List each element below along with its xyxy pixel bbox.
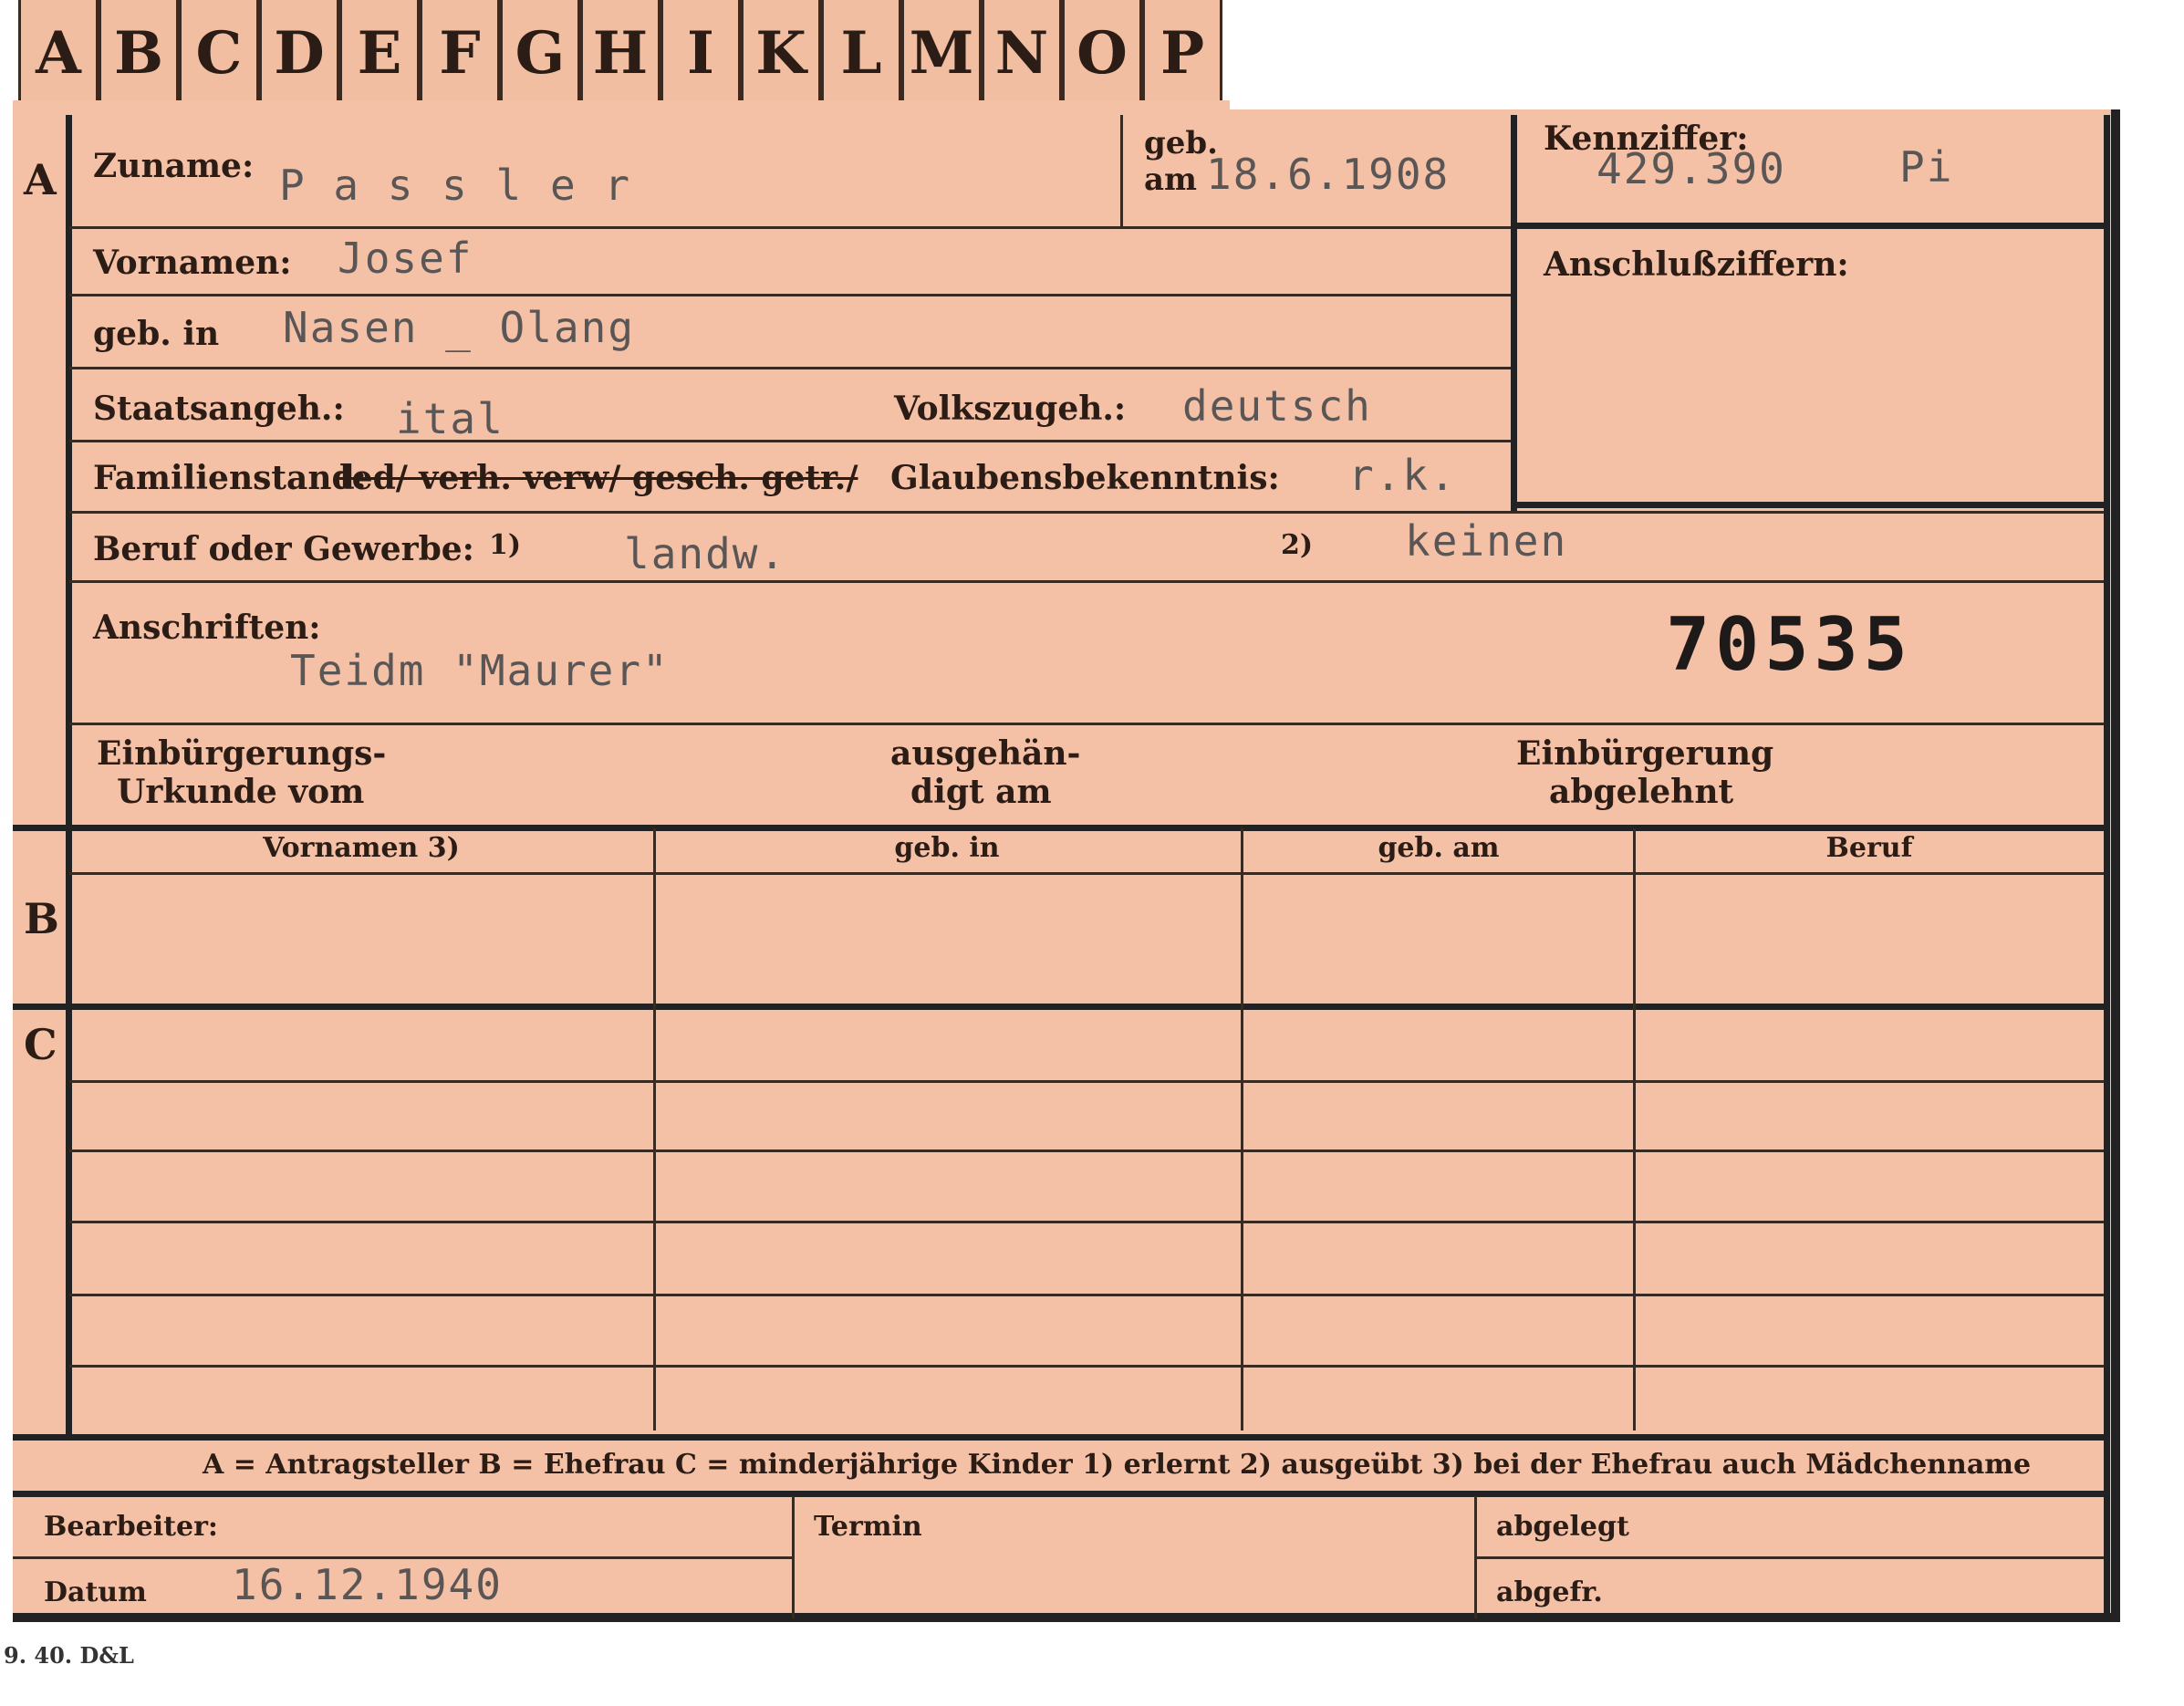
- einbuergerungs-urkunde-label-2: Urkunde vom: [117, 773, 365, 811]
- datum-value: 16.12.1940: [232, 1560, 503, 1609]
- tab-letter[interactable]: F: [420, 0, 500, 109]
- staatsangeh-label: Staatsangeh.:: [93, 390, 345, 428]
- tab-letter[interactable]: N: [982, 0, 1062, 109]
- rule: [69, 440, 1511, 442]
- col-rule: [653, 828, 656, 1430]
- tab-letter[interactable]: B: [99, 0, 179, 109]
- kennziffer-suffix: Pi: [1899, 142, 1954, 192]
- tab-letter[interactable]: L: [821, 0, 901, 109]
- footnote-2-marker: 2): [1281, 529, 1314, 561]
- datum-label: Datum: [44, 1576, 147, 1608]
- tab-letter[interactable]: A: [18, 0, 99, 109]
- anschlussziffern-label: Anschlußziffern:: [1544, 245, 1849, 284]
- kennziffer-box-rule: [1514, 223, 2104, 229]
- tab-strip-background: [13, 100, 1230, 113]
- tab-letter[interactable]: E: [339, 0, 420, 109]
- ausgehaendigt-label-1: ausgehän-: [890, 734, 1081, 773]
- vornamen-value: Josef: [338, 234, 473, 283]
- rule: [69, 226, 1511, 229]
- rule: [69, 580, 2104, 583]
- kennziffer-box-bottom: [1514, 502, 2104, 508]
- section-c-top-rule: [13, 1004, 2107, 1010]
- legend-top-rule: [13, 1434, 2107, 1441]
- beruf-label: Beruf oder Gewerbe:: [93, 530, 474, 568]
- ausgehaendigt-label-2: digt am: [910, 773, 1052, 811]
- anschriften-label: Anschriften:: [93, 609, 321, 647]
- rule: [69, 1221, 2104, 1223]
- tab-letter[interactable]: C: [179, 0, 259, 109]
- einbuergerungs-urkunde-label-1: Einbürgerungs-: [97, 734, 387, 773]
- table-left-rule: [66, 828, 72, 1434]
- col-header-vornamen: Vornamen 3): [263, 832, 460, 864]
- stamp-number: 70535: [1666, 602, 1913, 687]
- section-b-top-rule: [13, 825, 2107, 831]
- legend-bottom-rule: [13, 1491, 2107, 1497]
- volkszugeh-label: Volkszugeh.:: [894, 390, 1127, 428]
- tab-letter[interactable]: K: [741, 0, 821, 109]
- rule: [69, 367, 1511, 369]
- rule: [69, 294, 1511, 296]
- staatsangeh-value: ital: [396, 394, 504, 443]
- glaubensbekenntnis-value: r.k.: [1348, 451, 1457, 500]
- rule: [69, 1080, 2104, 1083]
- tab-letter[interactable]: G: [500, 0, 580, 109]
- tab-letter[interactable]: H: [580, 0, 660, 109]
- abgefr-label: abgefr.: [1496, 1576, 1603, 1608]
- termin-label: Termin: [814, 1511, 922, 1543]
- beruf-erlernt-value: landw.: [624, 529, 787, 578]
- glaubensbekenntnis-label: Glaubensbekenntnis:: [890, 459, 1280, 497]
- rule: [1120, 115, 1123, 226]
- beruf-ausgeuebt-value: keinen: [1405, 516, 1568, 566]
- col-header-beruf: Beruf: [1825, 832, 1913, 864]
- col-rule: [1633, 828, 1636, 1430]
- tab-letter[interactable]: I: [660, 0, 741, 109]
- legend: A = Antragsteller B = Ehefrau C = minder…: [203, 1449, 2032, 1481]
- section-a-left-rule: [66, 115, 72, 827]
- geb-am-label-line2: am: [1144, 161, 1198, 198]
- kennziffer-box-left: [1511, 115, 1517, 511]
- col-header-geb-in: geb. in: [894, 832, 1000, 864]
- rule: [69, 1149, 2104, 1152]
- geb-am-value: 18.6.1908: [1206, 150, 1451, 199]
- rule: [69, 1365, 2104, 1368]
- tab-letter[interactable]: D: [259, 0, 339, 109]
- rule: [13, 1556, 794, 1559]
- anschrift-value: Teidm "Maurer": [290, 646, 670, 695]
- tab-letter[interactable]: M: [901, 0, 982, 109]
- rule: [69, 723, 2104, 725]
- rule: [1476, 1556, 2104, 1559]
- einbuergerung-abgelehnt-label-2: abgelehnt: [1549, 773, 1734, 811]
- abgelegt-label: abgelegt: [1496, 1511, 1629, 1543]
- geb-in-label: geb. in: [93, 315, 220, 353]
- tab-letter[interactable]: P: [1142, 0, 1222, 109]
- zuname-value: P a s s l e r: [279, 161, 632, 210]
- volkszugeh-value: deutsch: [1182, 381, 1372, 431]
- rule: [69, 1294, 2104, 1296]
- col-header-geb-am: geb. am: [1378, 832, 1500, 864]
- section-c-marker: C: [24, 1020, 57, 1069]
- rule: [69, 872, 2104, 875]
- kennziffer-value: 429.390: [1596, 144, 1786, 193]
- familienstand-options: led/ verh. verw/ gesch. getr./: [339, 459, 858, 497]
- rule: [69, 511, 2104, 514]
- bearbeiter-label: Bearbeiter:: [44, 1511, 218, 1543]
- vornamen-label: Vornamen:: [93, 244, 292, 282]
- section-b-marker: B: [24, 894, 59, 943]
- familienstand-label: Familienstand:: [93, 459, 367, 497]
- zuname-label: Zuname:: [93, 147, 255, 185]
- section-a-marker: A: [24, 155, 57, 204]
- col-rule: [1241, 828, 1243, 1430]
- geb-in-value: Nasen _ Olang: [283, 303, 636, 352]
- card-right-border: [2104, 115, 2110, 1618]
- print-code: 9. 40. D&L: [4, 1642, 134, 1669]
- tab-letter[interactable]: O: [1062, 0, 1142, 109]
- einbuergerung-abgelehnt-label-1: Einbürgerung: [1516, 734, 1774, 773]
- footnote-1-marker: 1): [489, 529, 522, 561]
